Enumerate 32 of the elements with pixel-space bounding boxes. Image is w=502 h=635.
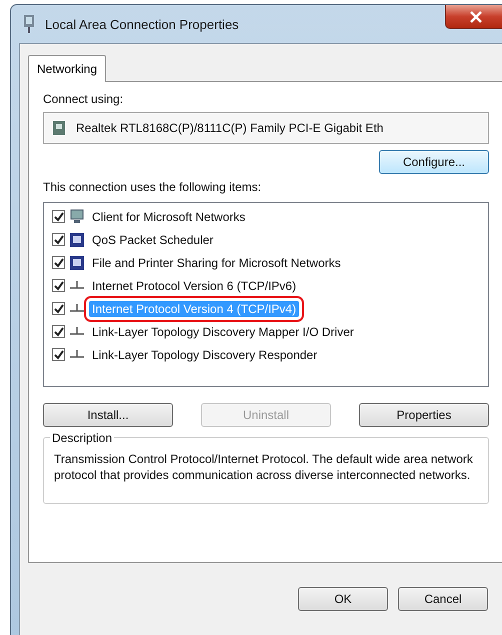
item-button[interactable]: Install... bbox=[43, 403, 173, 427]
checkbox[interactable] bbox=[52, 256, 65, 269]
service-icon bbox=[69, 232, 85, 248]
window-title: Local Area Connection Properties bbox=[45, 16, 240, 32]
description-heading: Description bbox=[50, 431, 114, 445]
computer-icon bbox=[69, 208, 85, 224]
service-icon bbox=[69, 254, 85, 270]
item-button[interactable]: Properties bbox=[359, 403, 489, 427]
items-label: This connection uses the following items: bbox=[43, 180, 262, 194]
checkbox[interactable] bbox=[52, 302, 65, 315]
checkbox[interactable] bbox=[52, 325, 65, 338]
adapter-name: Realtek RTL8168C(P)/8111C(P) Family PCI-E Gigabit Eth bbox=[76, 121, 384, 135]
list-item[interactable]: QoS Packet Scheduler bbox=[89, 232, 216, 248]
list-item[interactable]: File and Printer Sharing for Microsoft Networks bbox=[89, 254, 344, 270]
close-button[interactable] bbox=[445, 5, 502, 29]
checkbox[interactable] bbox=[52, 233, 65, 246]
checkbox[interactable] bbox=[52, 348, 65, 361]
list-item[interactable]: Client for Microsoft Networks bbox=[89, 208, 248, 224]
checkbox[interactable] bbox=[52, 279, 65, 292]
checkbox[interactable] bbox=[52, 210, 65, 223]
close-icon bbox=[469, 10, 483, 22]
dialog-button[interactable]: OK bbox=[298, 587, 388, 611]
tab[interactable]: Networking bbox=[28, 55, 106, 82]
network-card-icon bbox=[52, 119, 68, 137]
network-icon bbox=[21, 14, 37, 34]
list-item[interactable]: Link-Layer Topology Discovery Mapper I/O Driver bbox=[89, 324, 357, 340]
list-item[interactable]: Link-Layer Topology Discovery Responder bbox=[89, 346, 320, 362]
configure-button[interactable]: Configure... bbox=[379, 150, 489, 174]
dialog-button[interactable]: Cancel bbox=[398, 587, 488, 611]
connect-using-label: Connect using: bbox=[43, 92, 124, 106]
list-item[interactable]: Internet Protocol Version 6 (TCP/IPv6) bbox=[89, 278, 300, 294]
description-text: Transmission Control Protocol/Internet Protocol. The default wide area network protocol that provides communication across diverse interconnected networks. bbox=[54, 451, 474, 484]
